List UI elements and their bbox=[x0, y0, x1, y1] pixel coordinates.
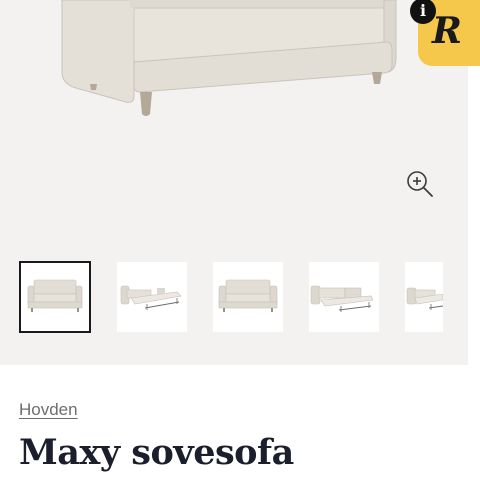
thumbnail-strip bbox=[0, 261, 468, 336]
badge-logo-letter: R bbox=[432, 10, 462, 52]
zoom-in-icon bbox=[407, 171, 433, 197]
main-product-image[interactable] bbox=[0, 0, 468, 250]
zoom-button[interactable] bbox=[404, 168, 436, 200]
brand-link[interactable]: Hovden bbox=[19, 400, 78, 420]
sofa-front-thumbnail bbox=[218, 279, 278, 312]
thumbnail-4[interactable] bbox=[309, 262, 379, 332]
thumbnail-3[interactable] bbox=[213, 262, 283, 332]
thumbnail-1[interactable] bbox=[19, 261, 91, 333]
sofa-image bbox=[61, 0, 397, 116]
thumbnail-2[interactable] bbox=[117, 262, 187, 332]
sofa-front-thumbnail bbox=[27, 279, 83, 312]
product-title: Maxy sovesofa bbox=[19, 432, 294, 473]
product-gallery bbox=[0, 0, 468, 365]
thumbnail-5[interactable] bbox=[405, 262, 443, 332]
sofa-bed-thumbnail bbox=[406, 287, 443, 310]
sofa-bed-thumbnail bbox=[120, 285, 182, 310]
sofa-bed-thumbnail bbox=[310, 285, 374, 312]
